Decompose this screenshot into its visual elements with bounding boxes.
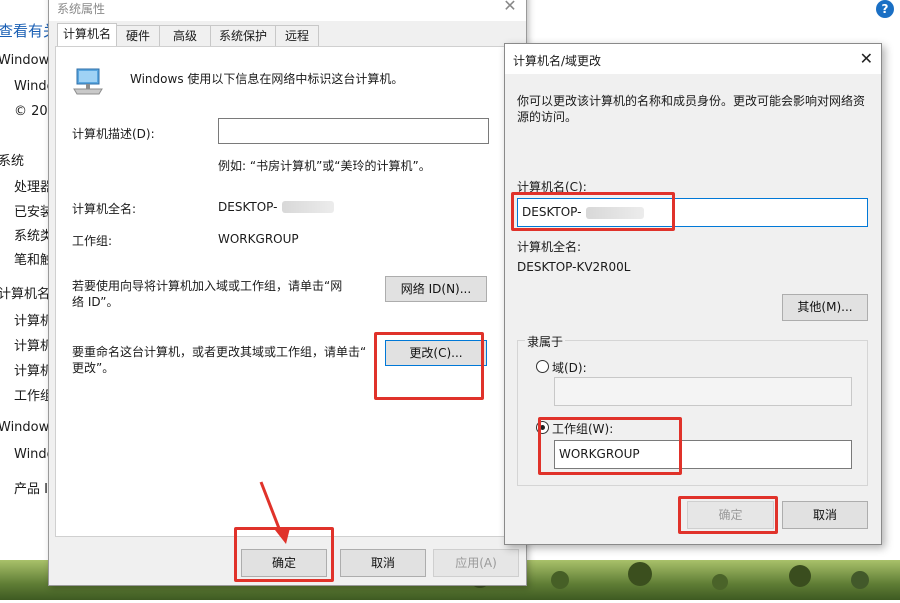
description-text-2: 源的访问。 [517,110,578,124]
tab-computer-name[interactable]: 计算机名 [57,23,117,47]
tab-hardware[interactable]: 硬件 [116,25,160,47]
dialog-titlebar: 系统属性 ✕ [49,0,526,21]
computer-icon [73,68,103,95]
full-name-label: 计算机全名: [72,202,137,216]
example-text: 例如: “书房计算机”或“美玲的计算机”。 [218,159,431,173]
highlight-workgroup [538,417,682,475]
dialog-titlebar: 计算机名/域更改 ✕ [505,44,881,74]
full-name-value: DESKTOP- [218,200,278,214]
tab-advanced[interactable]: 高级 [159,25,211,47]
background-item: © 20 [14,104,48,119]
tab-remote[interactable]: 远程 [275,25,319,47]
highlight-computer-name [511,192,675,231]
close-icon[interactable]: ✕ [500,0,520,15]
background-item: 产品 I [14,482,48,497]
network-id-text: 若要使用向导将计算机加入域或工作组，请单击“网 [72,279,343,293]
domain-radio[interactable] [536,360,549,373]
workgroup-value: WORKGROUP [218,232,299,246]
description-text: 你可以更改该计算机的名称和成员身份。更改可能会影响对网络资 [517,94,866,108]
highlight-change-button [374,332,484,400]
workgroup-label: 工作组: [72,234,113,248]
domain-label: 域(D): [552,361,587,375]
description-label: 计算机描述(D): [72,127,155,141]
network-id-button[interactable]: 网络 ID(N)... [385,276,487,302]
highlight-name-ok-button [678,496,778,534]
cancel-button[interactable]: 取消 [782,501,868,529]
dialog-title: 系统属性 [57,2,106,16]
background-item: 系统 [0,154,25,169]
full-name-value: DESKTOP-KV2R00L [517,260,631,274]
rename-text-2: 更改”。 [72,361,115,375]
arrow-icon [259,481,290,544]
close-icon[interactable]: ✕ [860,49,873,68]
desktop-strip [880,30,900,560]
computer-name-panel: Windows 使用以下信息在网络中标识这台计算机。 计算机描述(D): 例如:… [55,46,520,537]
domain-input[interactable] [554,377,852,406]
apply-button[interactable]: 应用(A) [433,549,519,577]
cancel-button[interactable]: 取消 [340,549,426,577]
full-name-label: 计算机全名: [517,240,582,254]
more-button[interactable]: 其他(M)... [782,294,868,321]
redacted-name [282,201,334,213]
rename-text: 要重命名这台计算机，或者更改其域或工作组，请单击“ [72,345,367,359]
network-id-text-2: 络 ID”。 [72,295,119,309]
member-of-label: 隶属于 [525,333,566,350]
dialog-title: 计算机名/域更改 [513,54,602,68]
help-icon[interactable]: ? [876,0,894,18]
description-input[interactable] [218,118,489,144]
tab-system-protection[interactable]: 系统保护 [210,25,276,47]
intro-text: Windows 使用以下信息在网络中标识这台计算机。 [130,72,404,86]
